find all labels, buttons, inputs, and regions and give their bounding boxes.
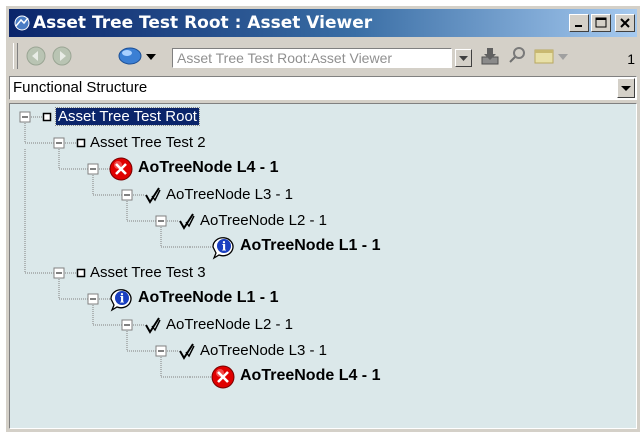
- chevron-down-icon: [621, 86, 631, 91]
- address-box[interactable]: Asset Tree Test Root:Asset Viewer: [172, 48, 452, 68]
- svg-text:i: i: [222, 240, 227, 254]
- view-selector-value: Functional Structure: [13, 79, 148, 96]
- tree-node-label: Asset Tree Test 2: [90, 134, 206, 151]
- tree-node-label: AoTreeNode L4 - 1: [240, 367, 381, 384]
- tree-node[interactable]: Asset Tree Test Root: [10, 104, 630, 130]
- tree-node-label: AoTreeNode L4 - 1: [138, 159, 279, 176]
- tree-node-label: AoTreeNode L2 - 1: [166, 316, 294, 333]
- view-selector-dropdown-button[interactable]: [617, 78, 635, 98]
- window-title: Asset Tree Test Root : Asset Viewer: [33, 13, 373, 33]
- info-icon: i: [110, 289, 132, 312]
- globe-icon[interactable]: [117, 45, 143, 67]
- link-icon[interactable]: [505, 45, 527, 67]
- asset-viewer-window: Asset Tree Test Root : Asset Viewer Asse…: [6, 6, 640, 432]
- tree-node[interactable]: AoTreeNode L3 - 1: [10, 338, 630, 364]
- tree-node[interactable]: Asset Tree Test 2: [10, 130, 630, 156]
- error-icon: [109, 157, 133, 181]
- toolbar-grip[interactable]: [13, 43, 18, 69]
- tree-pane[interactable]: Asset Tree Test Root Asset Tree Test 2 AoT…: [9, 103, 637, 429]
- minimize-button[interactable]: [569, 14, 589, 32]
- address-dropdown-button[interactable]: [455, 49, 472, 67]
- check-icon: [145, 317, 161, 334]
- maximize-icon: [595, 17, 607, 28]
- tree-node-label: AoTreeNode L3 - 1: [200, 342, 328, 359]
- tree-node[interactable]: AoTreeNode L4 - 1: [10, 364, 630, 390]
- view-selector-combo[interactable]: Functional Structure: [9, 76, 637, 100]
- close-icon: [620, 18, 630, 28]
- tree-node-label: AoTreeNode L2 - 1: [200, 212, 328, 229]
- minimize-icon: [575, 25, 582, 27]
- tree-node[interactable]: AoTreeNode L2 - 1: [10, 208, 630, 234]
- tree-node-label: AoTreeNode L1 - 1: [138, 289, 279, 306]
- asset-tree: Asset Tree Test Root Asset Tree Test 2 AoT…: [10, 104, 636, 428]
- back-arrow-icon[interactable]: [25, 45, 47, 67]
- tree-node[interactable]: i AoTreeNode L1 - 1: [10, 234, 630, 260]
- tree-node-label: AoTreeNode L3 - 1: [166, 186, 294, 203]
- square-node-icon: [76, 138, 86, 148]
- svg-text:i: i: [120, 292, 125, 306]
- toolbar: Asset Tree Test Root:Asset Viewer 1: [9, 39, 637, 73]
- dropdown-arrow-icon[interactable]: [145, 45, 157, 67]
- dropdown-arrow-icon[interactable]: [557, 45, 569, 67]
- chevron-down-icon: [459, 56, 468, 61]
- page-number: 1: [627, 51, 635, 67]
- tree-node-label: Asset Tree Test Root: [55, 107, 200, 126]
- maximize-button[interactable]: [591, 14, 611, 32]
- square-node-icon: [42, 112, 52, 122]
- info-icon: i: [212, 237, 234, 260]
- download-icon[interactable]: [479, 45, 501, 67]
- check-icon: [145, 187, 161, 204]
- tree-node[interactable]: Asset Tree Test 3: [10, 260, 630, 286]
- tree-node[interactable]: AoTreeNode L3 - 1: [10, 182, 630, 208]
- window-icon[interactable]: [533, 45, 555, 67]
- tree-node[interactable]: i AoTreeNode L1 - 1: [10, 286, 630, 312]
- tree-node[interactable]: AoTreeNode L2 - 1: [10, 312, 630, 338]
- title-bar[interactable]: Asset Tree Test Root : Asset Viewer: [9, 9, 637, 37]
- app-icon: [14, 15, 30, 31]
- tree-node[interactable]: AoTreeNode L4 - 1: [10, 156, 630, 182]
- check-icon: [179, 343, 195, 360]
- check-icon: [179, 213, 195, 230]
- tree-node-label: AoTreeNode L1 - 1: [240, 237, 381, 254]
- error-icon: [211, 365, 235, 389]
- close-button[interactable]: [615, 14, 635, 32]
- tree-node-label: Asset Tree Test 3: [90, 264, 206, 281]
- square-node-icon: [76, 268, 86, 278]
- forward-arrow-icon[interactable]: [51, 45, 73, 67]
